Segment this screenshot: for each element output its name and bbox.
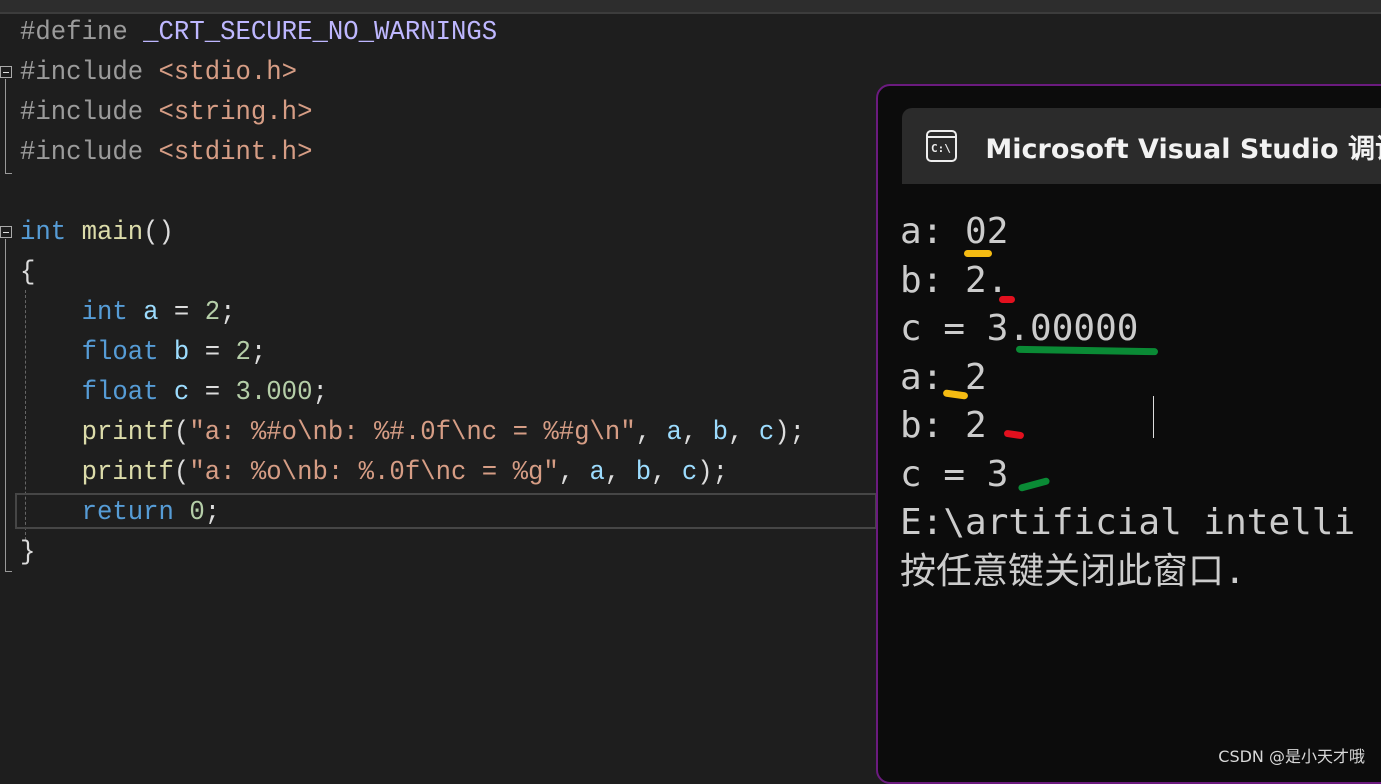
code-token-num: 0 [189,498,205,528]
code-line[interactable]: #include <stdio.h> [20,53,805,93]
code-token-plain: ; [204,498,221,528]
console-output-line: a: 2 [900,356,987,398]
code-token-kw: float [81,338,159,368]
code-token-plain: , [681,418,713,448]
console-output-line: c = 3.00000 [900,308,1139,349]
code-line[interactable] [20,173,805,213]
code-token-num: 2 [235,338,251,368]
code-token-str: "a: %o\nb: %.0f\nc = %g" [189,458,559,488]
code-line[interactable]: float b = 2; [20,333,805,373]
code-token-plain: () [143,218,174,248]
code-token-plain: ; [250,338,267,368]
console-title-bar[interactable]: C:\ Microsoft Visual Studio 调试 [902,108,1381,184]
code-line[interactable]: #define _CRT_SECURE_NO_WARNINGS [20,13,805,53]
code-token-fn: printf [81,418,174,448]
code-token-var: c [173,378,190,408]
console-output-line: c = 3 [900,453,1009,495]
console-output-line: E:\artificial intelli [900,502,1356,543]
code-token-plain: , [635,418,667,448]
console-output-line: b: 2 [900,405,987,446]
console-output-line: b: 2. [900,259,1009,301]
code-line[interactable]: #include <stdint.h> [20,133,805,173]
code-token-var: b [635,458,652,488]
code-token-kw: return [81,498,174,528]
code-token-pre: #include [20,98,159,128]
code-line[interactable]: float c = 3.000; [20,373,805,413]
code-line[interactable]: printf("a: %o\nb: %.0f\nc = %g", a, b, c… [20,453,805,493]
code-token-kw: float [81,378,159,408]
fold-toggle-main[interactable] [0,226,12,238]
text-cursor [1153,396,1154,438]
code-line[interactable]: int main() [20,213,805,253]
code-line[interactable]: } [20,533,805,573]
console-title: Microsoft Visual Studio 调试 [985,133,1381,165]
code-line[interactable]: printf("a: %#o\nb: %#.0f\nc = %#g\n", a,… [20,413,805,453]
code-token-plain: ); [697,458,729,488]
code-token-var: c [681,458,698,488]
code-token-var: a [143,298,159,328]
code-token-var: c [758,418,775,448]
code-token-plain: , [558,458,590,488]
code-token-var: a [589,458,605,488]
code-token-plain: ; [220,298,236,328]
cmd-icon: C:\ [926,130,958,162]
code-token-str: <string.h> [158,98,313,128]
code-token-plain: = [158,298,205,328]
code-token-plain: { [20,258,36,288]
code-line[interactable]: return 0; [20,493,805,533]
code-token-kw: int [81,298,128,328]
code-token-plain: , [604,458,636,488]
code-token-pre: #include [20,58,159,88]
fold-guide [5,239,12,572]
debug-console-window[interactable]: C:\ Microsoft Visual Studio 调试 a: 02 b: 2… [876,84,1381,784]
code-token-str: <stdio.h> [158,58,298,88]
code-line[interactable]: int a = 2; [20,293,805,333]
console-output: a: 02 b: 2. c = 3.00000 a: 2 b: 2c = 3 E:\art… [900,208,1355,596]
fold-guide [5,79,12,174]
code-token-fn: printf [81,458,174,488]
cmd-icon-text: C:\ [931,142,951,155]
code-token-plain: = [189,338,236,368]
code-token-pre: #include [20,138,159,168]
code-token-plain: , [651,458,682,488]
code-token-num: 3.000 [235,378,313,408]
code-token-plain: ( [173,458,190,488]
annotation-mark-red [999,296,1015,303]
code-token-pre: #define [20,18,144,48]
annotation-mark-yellow [964,250,992,257]
console-output-line: 按任意键关闭此窗口. [900,550,1246,592]
code-token-kw: int [20,218,67,248]
fold-toggle-includes[interactable] [0,66,12,78]
code-line[interactable]: #include <string.h> [20,93,805,133]
editor-top-bar [0,0,1381,14]
code-token-str: "a: %#o\nb: %#.0f\nc = %#g\n" [189,418,636,448]
code-token-num: 2 [204,298,221,328]
watermark: CSDN @是小天才哦 [1218,747,1365,766]
code-editor[interactable]: #define _CRT_SECURE_NO_WARNINGS #include … [20,13,846,573]
code-token-plain: ); [774,418,806,448]
code-token-fn: main [81,218,144,248]
code-token-plain: , [728,418,759,448]
code-token-plain: ; [312,378,328,408]
code-line[interactable]: { [20,253,805,293]
code-token-plain: ( [173,418,190,448]
code-token-var: b [173,338,190,368]
code-token-macro: _CRT_SECURE_NO_WARNINGS [143,18,498,48]
code-token-plain: = [189,378,236,408]
code-token-plain: } [20,538,36,568]
code-token-var: a [666,418,682,448]
code-token-var: b [712,418,729,448]
code-token-str: <stdint.h> [158,138,313,168]
